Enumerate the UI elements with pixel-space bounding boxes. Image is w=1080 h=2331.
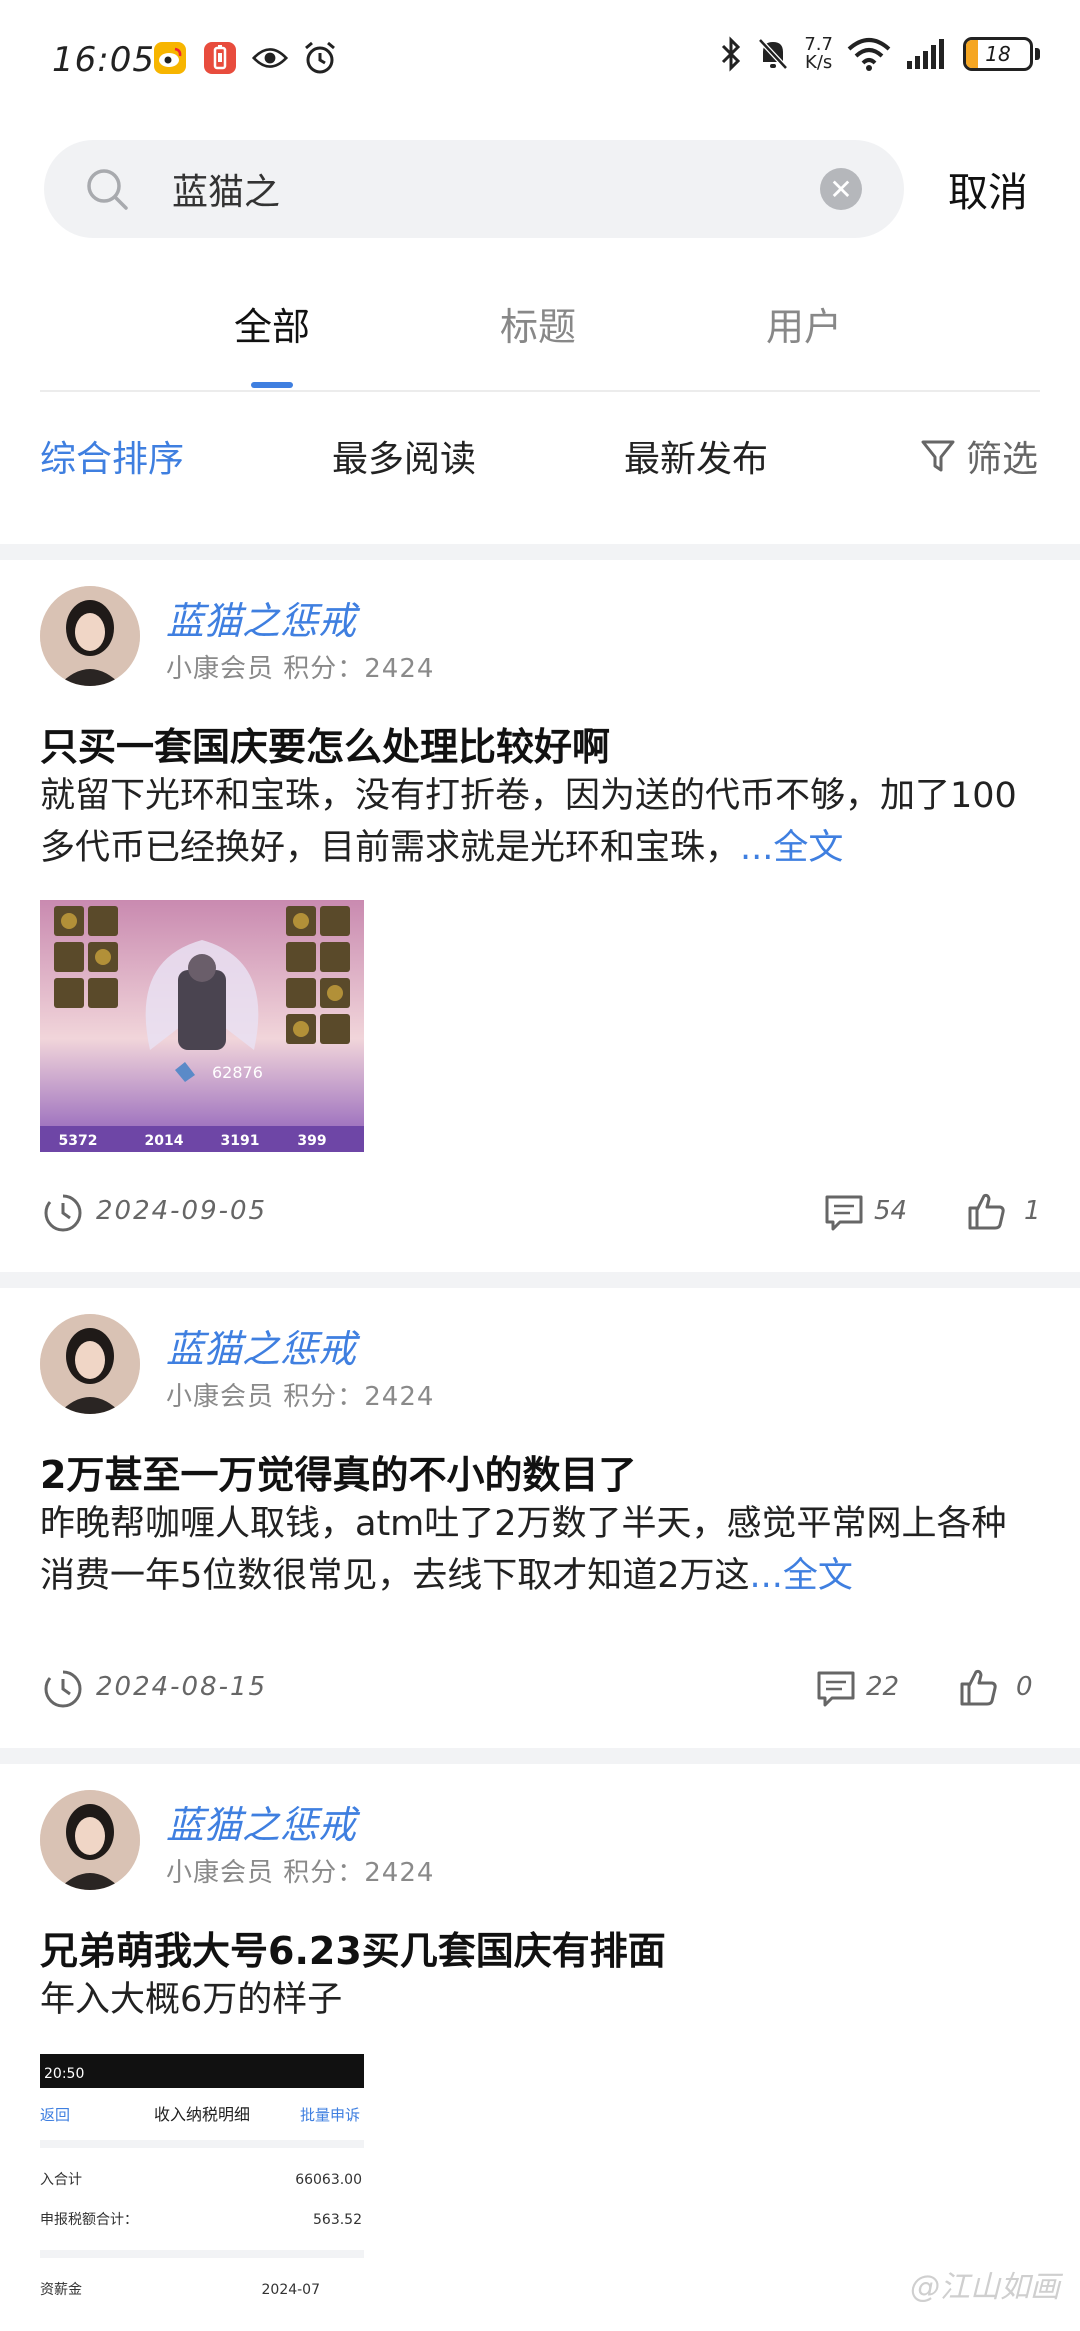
sort-newest[interactable]: 最新发布 xyxy=(624,430,768,482)
post-image[interactable]: 62876 5372 2014 3191 399 xyxy=(40,900,364,1152)
username[interactable]: 蓝猫之惩戒 xyxy=(166,590,356,645)
post-body[interactable]: 昨晚帮咖喱人取钱，atm吐了2万数了半天，感觉平常网上各种消费一年5位数很常见，… xyxy=(40,1498,1040,1602)
tab-users[interactable]: 用户 xyxy=(724,296,884,351)
weibo-icon xyxy=(152,40,188,76)
tab-bar: 全部 标题 用户 xyxy=(0,296,1080,391)
screenshot-row-value: 563.52 xyxy=(313,2212,362,2228)
post-title[interactable]: 只买一套国庆要怎么处理比较好啊 xyxy=(40,716,1040,771)
status-time: 16:05 xyxy=(52,40,155,80)
search-input[interactable] xyxy=(172,162,822,216)
mute-icon xyxy=(758,38,789,70)
screenshot-time: 20:50 xyxy=(44,2066,84,2082)
post-meta: 2024-08-15 22 0 xyxy=(0,1664,1080,1714)
user-info: 小康会员 积分：2424 xyxy=(166,654,435,684)
comment-count: 54 xyxy=(874,1196,908,1226)
screenshot-row-value: 66063.00 xyxy=(295,2172,362,2188)
post-meta: 2024-09-05 54 1 xyxy=(0,1188,1080,1238)
comment-icon[interactable] xyxy=(824,1194,864,1232)
like-count: 1 xyxy=(1024,1196,1041,1226)
section-divider xyxy=(0,1272,1080,1288)
section-divider xyxy=(0,544,1080,560)
net-speed: 7.7 K/s xyxy=(804,36,833,72)
post-card[interactable]: 蓝猫之惩戒 小康会员 积分：2424 2万甚至一万觉得真的不小的数目了 昨晚帮咖… xyxy=(0,1288,1080,1748)
status-bar: 16:05 7.7 K/s 18 xyxy=(0,0,1080,125)
wifi-icon xyxy=(847,38,891,71)
active-tab-indicator xyxy=(251,382,293,388)
battery-percent: 18 xyxy=(985,42,1011,66)
comment-icon[interactable] xyxy=(816,1670,856,1708)
username[interactable]: 蓝猫之惩戒 xyxy=(166,1318,356,1373)
sort-comprehensive[interactable]: 综合排序 xyxy=(40,430,184,482)
like-icon[interactable] xyxy=(966,1190,1008,1232)
like-count: 0 xyxy=(1016,1672,1033,1702)
screenshot-title: 收入纳税明细 xyxy=(154,2105,250,2124)
battery-fill xyxy=(966,40,978,68)
search-bar[interactable]: ✕ xyxy=(44,140,904,238)
avatar[interactable] xyxy=(40,1790,140,1890)
tab-title[interactable]: 标题 xyxy=(458,296,618,351)
bluetooth-icon xyxy=(722,36,741,72)
filter-icon xyxy=(921,440,955,472)
filter-label: 筛选 xyxy=(965,439,1038,480)
like-icon[interactable] xyxy=(958,1666,1000,1708)
screenshot-row-label: 资薪金 xyxy=(40,2282,82,2298)
user-info: 小康会员 积分：2424 xyxy=(166,1382,435,1412)
screenshot-row-label: 入合计 xyxy=(40,2172,82,2188)
battery-saver-icon xyxy=(202,40,238,76)
eye-icon xyxy=(252,40,288,76)
avatar[interactable] xyxy=(40,586,140,686)
comment-count: 22 xyxy=(866,1672,900,1702)
tabs-divider xyxy=(40,390,1040,392)
image-stat: 2014 xyxy=(145,1133,184,1149)
image-stat: 399 xyxy=(297,1133,326,1149)
read-more-link[interactable]: ...全文 xyxy=(750,1556,853,1596)
screenshot-back: 返回 xyxy=(40,2106,70,2124)
post-title[interactable]: 2万甚至一万觉得真的不小的数目了 xyxy=(40,1444,1040,1499)
image-score: 62876 xyxy=(212,1063,263,1082)
sort-most-read[interactable]: 最多阅读 xyxy=(332,430,476,482)
post-date: 2024-08-15 xyxy=(96,1672,268,1702)
post-image[interactable]: 20:50 返回 收入纳税明细 批量申诉 入合计 66063.00 申报税额合计… xyxy=(40,2054,364,2331)
screenshot-row-label: 申报税额合计： xyxy=(40,2212,138,2228)
read-more-link[interactable]: ...全文 xyxy=(740,828,843,868)
alarm-icon xyxy=(302,40,338,76)
clock-icon xyxy=(44,1193,82,1232)
notification-icons xyxy=(152,40,338,76)
post-body[interactable]: 就留下光环和宝珠，没有打折卷，因为送的代币不够，加了100多代币已经换好，目前需… xyxy=(40,770,1040,874)
post-body-text: 昨晚帮咖喱人取钱，atm吐了2万数了半天，感觉平常网上各种消费一年5位数很常见，… xyxy=(40,1504,1007,1596)
battery-indicator: 18 xyxy=(963,37,1033,71)
post-body[interactable]: 年入大概6万的样子 xyxy=(40,1974,1040,2026)
system-icons: 7.7 K/s 18 xyxy=(720,36,1040,72)
battery-tip xyxy=(1035,48,1040,60)
username[interactable]: 蓝猫之惩戒 xyxy=(166,1794,356,1849)
post-title[interactable]: 兄弟萌我大号6.23买几套国庆有排面 xyxy=(40,1920,1040,1975)
filter-button[interactable]: 筛选 xyxy=(920,430,1038,482)
clear-search-icon[interactable]: ✕ xyxy=(820,168,862,210)
sort-bar: 综合排序 最多阅读 最新发布 筛选 xyxy=(0,430,1080,490)
search-icon xyxy=(87,169,128,210)
image-stat: 5372 xyxy=(59,1133,98,1149)
section-divider xyxy=(0,1748,1080,1764)
watermark: @江山如画 xyxy=(910,2270,1060,2305)
post-date: 2024-09-05 xyxy=(96,1196,268,1226)
clock-icon xyxy=(44,1669,82,1708)
signal-icon xyxy=(907,39,944,69)
tab-all[interactable]: 全部 xyxy=(192,296,352,351)
user-info: 小康会员 积分：2424 xyxy=(166,1858,435,1888)
post-body-text: 就留下光环和宝珠，没有打折卷，因为送的代币不够，加了100多代币已经换好，目前需… xyxy=(40,776,1017,868)
post-card[interactable]: 蓝猫之惩戒 小康会员 积分：2424 只买一套国庆要怎么处理比较好啊 就留下光环… xyxy=(0,560,1080,1272)
image-stat: 3191 xyxy=(221,1133,260,1149)
screenshot-action: 批量申诉 xyxy=(300,2106,360,2124)
screenshot-row-value: 2024-07 xyxy=(262,2282,321,2298)
post-card[interactable]: 蓝猫之惩戒 小康会员 积分：2424 兄弟萌我大号6.23买几套国庆有排面 年入… xyxy=(0,1764,1080,2331)
net-speed-unit: K/s xyxy=(805,52,833,73)
avatar[interactable] xyxy=(40,1314,140,1414)
cancel-button[interactable]: 取消 xyxy=(948,160,1028,218)
post-body-text: 年入大概6万的样子 xyxy=(40,1980,343,2020)
